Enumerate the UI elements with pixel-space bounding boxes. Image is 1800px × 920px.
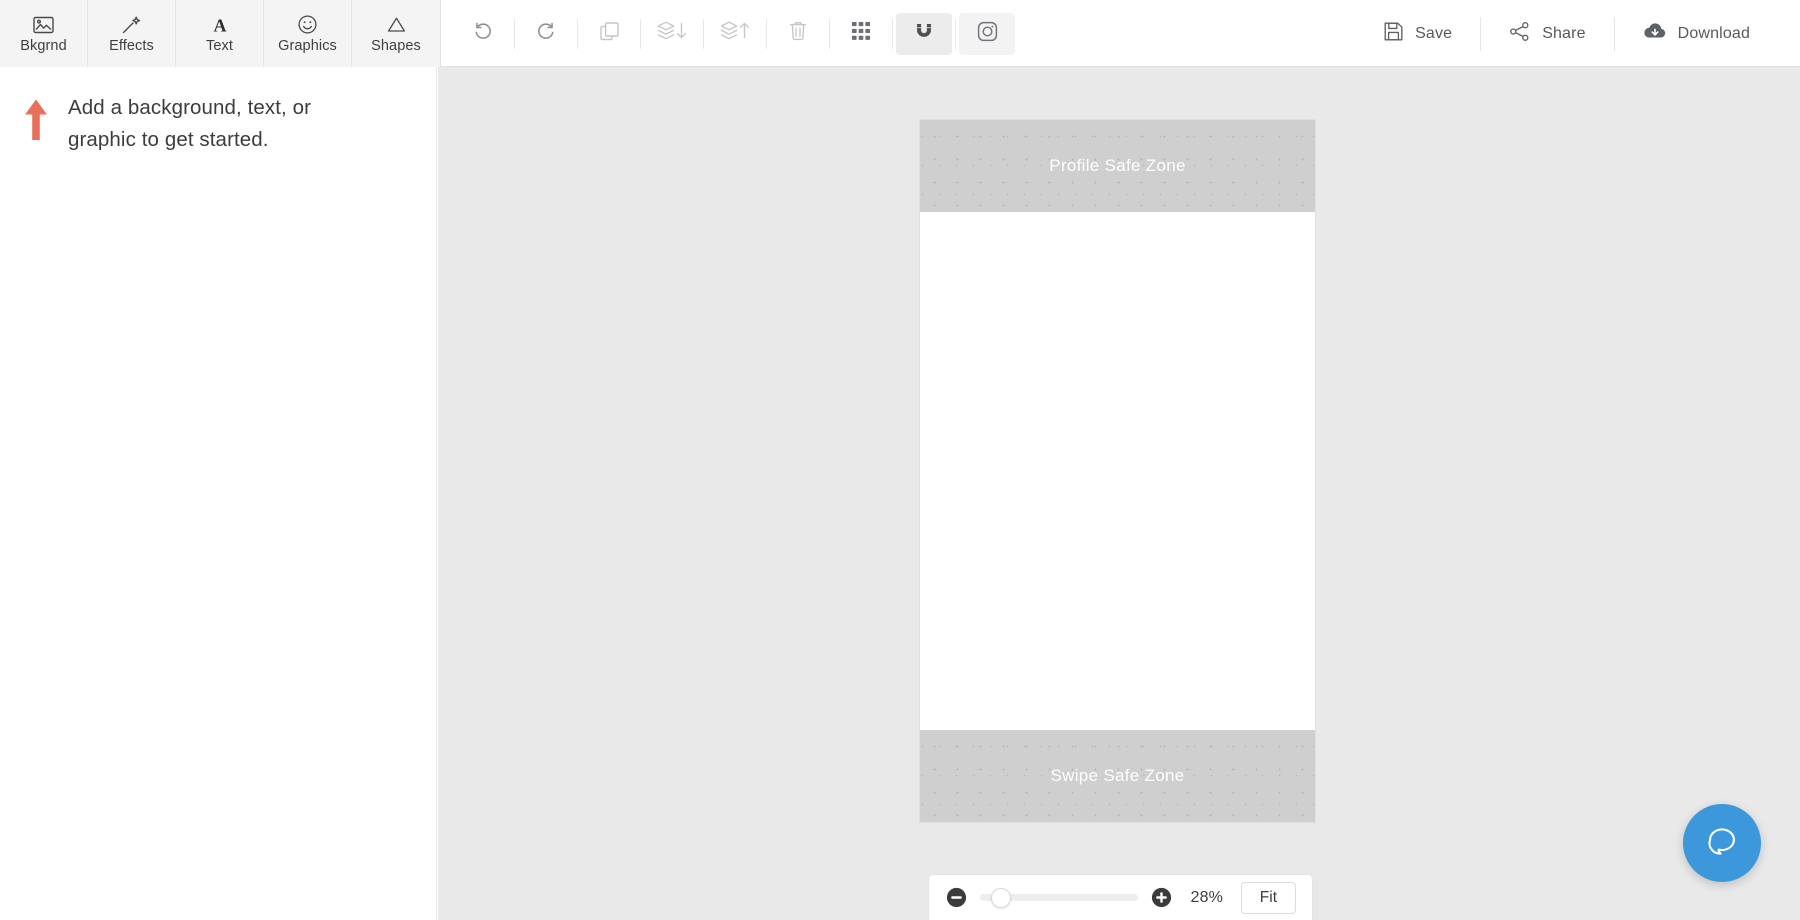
share-label: Share	[1542, 25, 1585, 43]
divider	[829, 19, 830, 49]
save-label: Save	[1415, 25, 1452, 43]
right-actions-group: Save Share	[1355, 0, 1800, 67]
chat-bubble-icon	[1703, 822, 1741, 865]
instagram-preview-button[interactable]	[959, 13, 1015, 55]
divider	[703, 19, 704, 49]
divider	[892, 19, 893, 49]
download-button[interactable]: Download	[1615, 15, 1778, 53]
zoom-slider-thumb[interactable]	[991, 888, 1011, 908]
swipe-safe-zone-label: Swipe Safe Zone	[1051, 766, 1185, 786]
divider	[640, 19, 641, 49]
tool-tab-bkgrnd[interactable]: Bkgrnd	[0, 0, 88, 67]
profile-safe-zone-label: Profile Safe Zone	[1049, 156, 1185, 176]
empty-state-text: Add a background, text, or graphic to ge…	[68, 92, 368, 156]
magnet-icon	[914, 21, 934, 46]
app-root: Bkgrnd Effects A Text	[0, 0, 1800, 920]
canvas-area[interactable]: Profile Safe Zone Swipe Safe Zone	[438, 67, 1800, 920]
swipe-safe-zone: Swipe Safe Zone	[920, 730, 1315, 822]
action-buttons-group	[441, 0, 1015, 67]
zoom-level-value: 28%	[1185, 889, 1229, 907]
top-toolbar: Bkgrnd Effects A Text	[0, 0, 1800, 67]
tool-tab-effects[interactable]: Effects	[88, 0, 176, 67]
grid-button[interactable]	[833, 13, 889, 55]
left-panel: Add a background, text, or graphic to ge…	[0, 67, 437, 920]
tool-tab-label: Graphics	[278, 39, 337, 54]
up-arrow-icon	[22, 98, 50, 140]
undo-icon	[472, 20, 494, 47]
divider	[766, 19, 767, 49]
duplicate-button[interactable]	[581, 13, 637, 55]
tool-tab-label: Bkgrnd	[20, 39, 67, 54]
share-button[interactable]: Share	[1481, 15, 1613, 53]
share-nodes-icon	[1509, 21, 1531, 47]
redo-icon	[535, 20, 557, 47]
floppy-disk-icon	[1383, 21, 1404, 47]
svg-text:A: A	[213, 15, 226, 35]
zoom-slider[interactable]	[980, 888, 1138, 908]
save-button[interactable]: Save	[1355, 15, 1480, 53]
magic-wand-icon	[121, 14, 142, 36]
zoom-out-button[interactable]	[945, 886, 968, 909]
download-label: Download	[1678, 25, 1750, 43]
triangle-icon	[386, 14, 407, 36]
grid-icon	[851, 21, 871, 46]
zoom-in-button[interactable]	[1150, 886, 1173, 909]
tool-tab-label: Effects	[109, 39, 154, 54]
divider	[514, 19, 515, 49]
divider	[577, 19, 578, 49]
cloud-download-icon	[1643, 21, 1667, 47]
help-chat-button[interactable]	[1683, 804, 1761, 882]
toolbar-spacer	[1015, 0, 1355, 66]
copy-icon	[599, 21, 620, 47]
trash-icon	[788, 20, 808, 47]
smiley-icon	[297, 14, 318, 36]
tool-tab-shapes[interactable]: Shapes	[352, 0, 440, 67]
tool-tab-graphics[interactable]: Graphics	[264, 0, 352, 67]
text-a-icon: A	[210, 14, 230, 36]
artboard[interactable]: Profile Safe Zone Swipe Safe Zone	[920, 120, 1315, 822]
instagram-icon	[977, 21, 998, 47]
image-icon	[33, 14, 54, 36]
tool-tab-label: Text	[206, 39, 233, 54]
empty-state-hint: Add a background, text, or graphic to ge…	[22, 92, 422, 156]
layers-down-icon	[656, 20, 688, 47]
send-backward-button[interactable]	[644, 13, 700, 55]
delete-button[interactable]	[770, 13, 826, 55]
profile-safe-zone: Profile Safe Zone	[920, 120, 1315, 212]
tool-tab-text[interactable]: A Text	[176, 0, 264, 67]
snap-button[interactable]	[896, 13, 952, 55]
redo-button[interactable]	[518, 13, 574, 55]
divider	[955, 19, 956, 49]
undo-button[interactable]	[455, 13, 511, 55]
layers-up-icon	[719, 20, 751, 47]
bring-forward-button[interactable]	[707, 13, 763, 55]
zoom-bar: 28% Fit	[928, 874, 1313, 920]
fit-button[interactable]: Fit	[1241, 882, 1296, 914]
tool-tabs-group: Bkgrnd Effects A Text	[0, 0, 441, 67]
tool-tab-label: Shapes	[371, 39, 421, 54]
